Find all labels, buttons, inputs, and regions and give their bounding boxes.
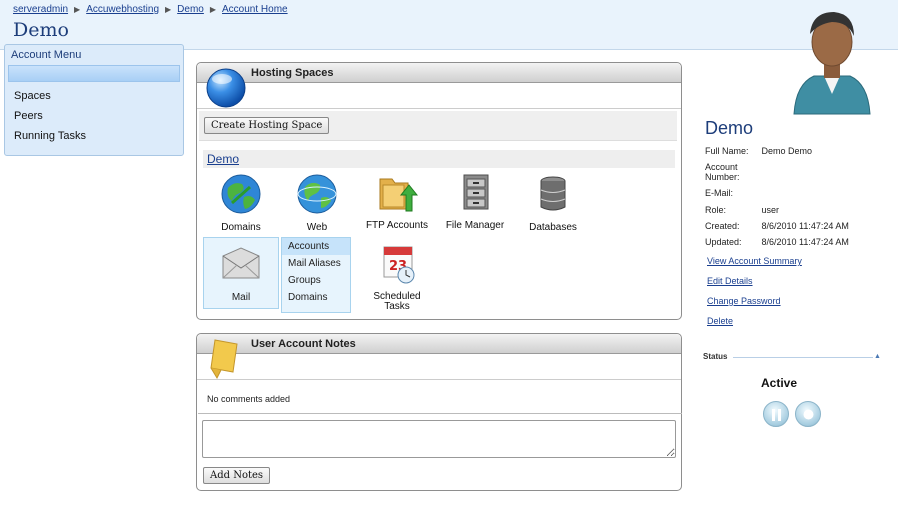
account-menu: Account Menu Spaces Peers Running Tasks: [4, 44, 184, 156]
account-menu-title: Account Menu: [11, 49, 82, 61]
pause-icon: [772, 409, 781, 421]
tile-web[interactable]: Web: [279, 173, 355, 233]
globe-icon: [221, 174, 261, 214]
tile-web-label: Web: [306, 222, 328, 233]
file-cabinet-icon: [463, 174, 489, 210]
breadcrumb-demo[interactable]: Demo: [177, 4, 204, 15]
field-label: Role:: [705, 205, 727, 215]
add-notes-button[interactable]: Add Notes: [203, 467, 271, 484]
breadcrumb-account-home[interactable]: Account Home: [222, 4, 288, 15]
status-label: Status: [703, 352, 728, 361]
tile-databases-label: Databases: [529, 222, 577, 233]
hosting-spaces-icon: [206, 68, 246, 108]
view-account-summary-link[interactable]: View Account Summary: [707, 256, 802, 266]
delete-link[interactable]: Delete: [707, 316, 733, 326]
profile-field-updated: Updated: 8/6/2010 11:47:24 AM: [705, 237, 849, 247]
field-label: E-Mail:: [705, 188, 734, 198]
breadcrumb-serveradmin[interactable]: serveradmin: [13, 4, 68, 15]
tile-domains[interactable]: Domains: [203, 173, 279, 233]
hosting-spaces-band: [197, 83, 681, 109]
mail-submenu-groups[interactable]: Groups: [282, 272, 350, 289]
field-label: Updated:: [705, 237, 742, 247]
folder-upload-icon: [379, 178, 419, 212]
calendar-clock-icon: 23: [383, 246, 415, 284]
status-divider: [733, 357, 873, 358]
collapse-caret-icon[interactable]: ▲: [874, 353, 881, 360]
pause-button[interactable]: [763, 401, 789, 427]
user-account-notes-panel: User Account Notes No comments added Add…: [196, 333, 682, 491]
chevron-right-icon: ▶: [74, 5, 81, 14]
space-header: Demo: [203, 150, 675, 168]
avatar: [793, 12, 871, 115]
chevron-right-icon: ▶: [165, 5, 172, 14]
profile-field-role: Role: user: [705, 205, 779, 215]
field-label: Full Name:: [705, 146, 749, 156]
profile-name: Demo: [705, 118, 754, 138]
menu-item-peers[interactable]: Peers: [5, 106, 183, 126]
status-value: Active: [760, 376, 798, 390]
tile-mail-label: Mail: [231, 292, 251, 303]
notes-band: [197, 354, 681, 380]
edit-details-link[interactable]: Edit Details: [707, 276, 753, 286]
tile-mail[interactable]: Mail: [203, 237, 279, 309]
page-title: Demo: [13, 19, 69, 41]
menu-item-running-tasks[interactable]: Running Tasks: [5, 126, 183, 146]
tile-scheduled-tasks-label: Scheduled Tasks: [373, 291, 421, 312]
change-password-link[interactable]: Change Password: [707, 296, 781, 306]
stop-button[interactable]: [795, 401, 821, 427]
tile-file-manager[interactable]: File Manager: [437, 171, 513, 231]
envelope-icon: [222, 247, 260, 279]
mail-submenu-mail-aliases[interactable]: Mail Aliases: [282, 255, 350, 272]
breadcrumb: serveradmin ▶ Accuwebhosting ▶ Demo ▶ Ac…: [13, 4, 288, 15]
menu-item-spaces[interactable]: Spaces: [5, 86, 183, 106]
field-value: 8/6/2010 11:47:24 AM: [761, 237, 849, 247]
tile-domains-label: Domains: [221, 222, 261, 233]
field-value: 8/6/2010 11:47:24 AM: [761, 221, 849, 231]
database-icon: [540, 176, 566, 211]
profile-field-email: E-Mail:: [705, 188, 759, 198]
user-account-notes-title: User Account Notes: [197, 334, 681, 354]
profile-field-account-number: Account Number:: [705, 162, 749, 182]
space-link-demo[interactable]: Demo: [207, 152, 239, 166]
profile-field-created: Created: 8/6/2010 11:47:24 AM: [705, 221, 849, 231]
account-menu-selection-bar[interactable]: [8, 65, 180, 82]
chevron-right-icon: ▶: [209, 5, 217, 14]
tile-databases[interactable]: Databases: [515, 173, 591, 233]
tile-ftp-accounts-label: FTP Accounts: [365, 220, 429, 231]
tile-file-manager-label: File Manager: [445, 220, 505, 231]
top-header: serveradmin ▶ Accuwebhosting ▶ Demo ▶ Ac…: [0, 0, 898, 50]
tile-ftp-accounts[interactable]: FTP Accounts: [359, 171, 435, 231]
mail-submenu-accounts[interactable]: Accounts: [282, 238, 350, 255]
note-icon: [210, 339, 238, 380]
create-hosting-space-button[interactable]: Create Hosting Space: [204, 117, 330, 134]
web-globe-icon: [297, 174, 337, 214]
notes-list: No comments added: [198, 384, 682, 414]
mail-submenu: Accounts Mail Aliases Groups Domains: [281, 237, 351, 313]
mail-submenu-domains[interactable]: Domains: [282, 289, 350, 306]
breadcrumb-accuwebhosting[interactable]: Accuwebhosting: [86, 4, 159, 15]
hosting-spaces-title: Hosting Spaces: [197, 63, 681, 83]
hosting-spaces-toolbar: Create Hosting Space: [199, 111, 677, 141]
field-label: Account Number:: [705, 162, 740, 182]
no-comments-text: No comments added: [207, 394, 291, 404]
notes-textarea[interactable]: [202, 420, 676, 458]
field-value: Demo Demo: [761, 146, 813, 156]
tile-scheduled-tasks[interactable]: 23 Scheduled Tasks: [359, 243, 435, 312]
field-label: Created:: [705, 221, 740, 231]
profile-field-full-name: Full Name: Demo Demo: [705, 146, 812, 156]
field-value: user: [761, 205, 780, 215]
stop-icon: [803, 409, 814, 420]
hosting-spaces-panel: Hosting Spaces Create Hosting Space Demo…: [196, 62, 682, 320]
